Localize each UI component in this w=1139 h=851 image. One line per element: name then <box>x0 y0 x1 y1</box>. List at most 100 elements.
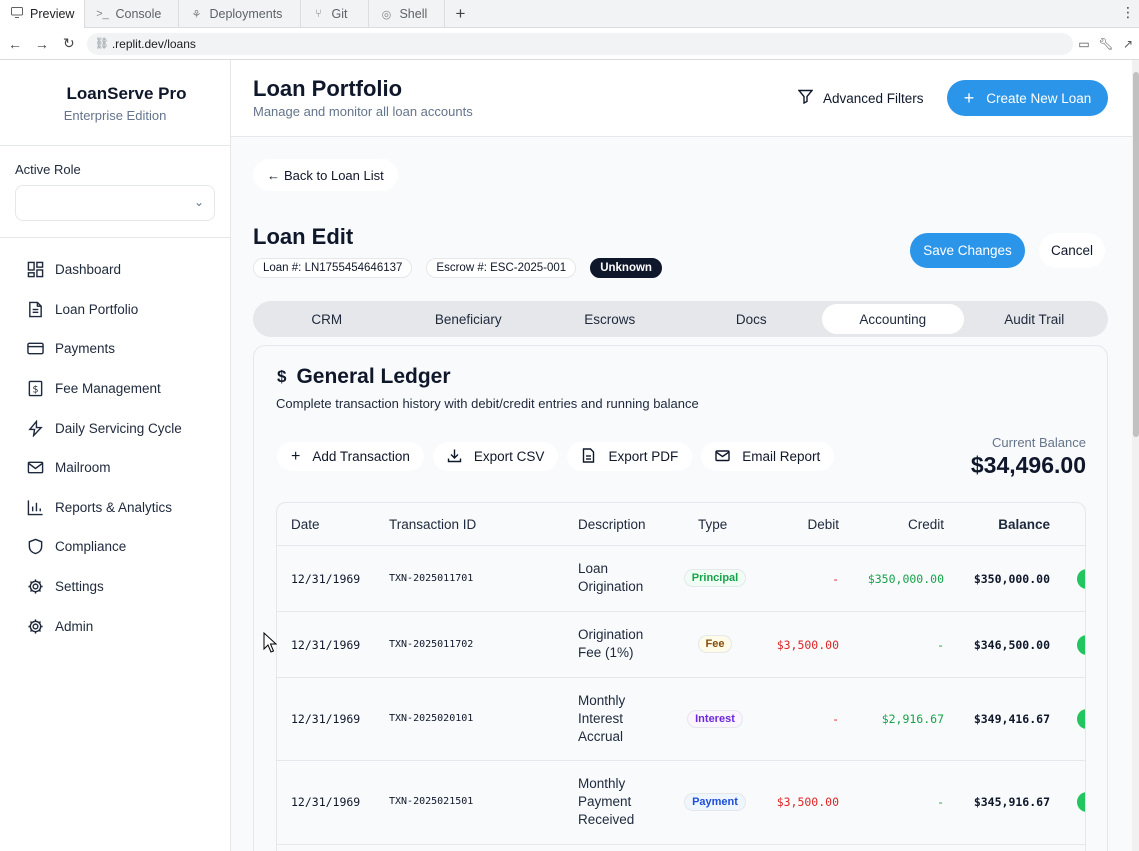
tab-crm[interactable]: CRM <box>256 304 398 334</box>
back-arrow-icon[interactable]: ← <box>3 36 27 52</box>
sidebar-item-daily-servicing-cycle[interactable]: Daily Servicing Cycle <box>0 408 230 448</box>
cell-debit: - <box>832 712 839 726</box>
sidebar-item-label: Compliance <box>55 539 127 555</box>
sidebar-item-dashboard[interactable]: Dashboard <box>0 250 230 290</box>
save-changes-button[interactable]: Save Changes <box>910 233 1025 268</box>
content-area: ← Back to Loan List Loan Edit Loan #: LN… <box>231 137 1139 851</box>
plus-icon: + <box>963 87 975 108</box>
status-dot <box>1077 569 1085 589</box>
cell-transaction-id: TXN-2025020101 <box>389 713 474 724</box>
sidebar-item-settings[interactable]: Settings <box>0 567 230 607</box>
chevron-down-icon: ⌄ <box>193 195 204 209</box>
forward-arrow-icon[interactable]: → <box>30 36 54 52</box>
tab-accounting[interactable]: Accounting <box>822 304 964 334</box>
sidebar-item-admin[interactable]: Admin <box>0 606 230 646</box>
lightning-icon <box>26 419 44 437</box>
column-header-debit: Debit <box>807 517 839 532</box>
sidebar-item-label: Reports & Analytics <box>55 499 173 515</box>
back-label: Back to Loan List <box>284 167 384 183</box>
cell-transaction-id: TXN-2025021501 <box>389 796 474 807</box>
browser-tab-shell[interactable]: ◎ Shell <box>369 0 446 28</box>
sidebar-item-label: Dashboard <box>55 262 122 278</box>
sidebar-item-label: Admin <box>55 618 94 634</box>
table-row[interactable]: 12/31/1969 TXN-2025011701 Loan Originati… <box>277 546 1085 612</box>
sidebar-item-label: Fee Management <box>55 381 161 397</box>
export-pdf-label: Export PDF <box>608 449 679 464</box>
shell-icon: ◎ <box>381 8 392 21</box>
sidebar-item-payments[interactable]: Payments <box>0 329 230 369</box>
status-dot <box>1077 792 1085 812</box>
table-row[interactable]: 12/31/1969 TXN-2025011702 Origination Fe… <box>277 612 1085 678</box>
back-to-loan-list-button[interactable]: ← Back to Loan List <box>253 159 398 191</box>
column-header-balance: Balance <box>998 517 1050 532</box>
cancel-button[interactable]: Cancel <box>1039 233 1105 268</box>
gear-icon <box>26 578 44 596</box>
export-pdf-button[interactable]: Export PDF <box>567 442 693 471</box>
reload-icon[interactable]: ↻ <box>57 35 81 52</box>
bar-chart-icon <box>26 498 44 516</box>
role-select[interactable]: ⌄ <box>15 185 215 221</box>
email-report-button[interactable]: Email Report <box>701 442 835 471</box>
type-badge: Interest <box>687 710 743 728</box>
advanced-filters-label: Advanced Filters <box>823 90 924 106</box>
create-new-loan-button[interactable]: + Create New Loan <box>947 80 1108 116</box>
ledger-table: Date Transaction ID Description Type Deb… <box>276 502 1086 851</box>
wrench-icon[interactable]: 🔧︎ <box>1095 37 1117 51</box>
browser-tab-deployments[interactable]: ⚘ Deployments <box>179 0 302 28</box>
cell-credit: $2,916.67 <box>881 712 944 726</box>
monitor-icon <box>10 7 24 21</box>
cell-debit: $3,500.00 <box>776 795 839 809</box>
new-tab-button[interactable]: + <box>445 0 475 28</box>
advanced-filters-button[interactable]: Advanced Filters <box>786 81 936 115</box>
git-icon: ⑂ <box>315 8 322 20</box>
mail-icon <box>26 459 44 477</box>
type-badge: Principal <box>683 569 747 587</box>
browser-tab-preview[interactable]: Preview <box>0 0 86 28</box>
sidebar-item-reports[interactable]: Reports & Analytics <box>0 488 230 528</box>
deploy-icon: ⚘ <box>191 8 202 21</box>
browser-tab-console[interactable]: >_ Console <box>85 0 180 28</box>
cell-type: Fee <box>681 634 749 653</box>
cell-description: Loan Origination <box>578 561 644 594</box>
cell-type: Principal <box>681 568 749 587</box>
open-external-icon[interactable]: ↗ <box>1117 37 1139 51</box>
table-row[interactable]: 12/31/1969 TXN-2025021501 Monthly Paymen… <box>277 761 1085 845</box>
sidebar-item-fee-management[interactable]: $ Fee Management <box>0 369 230 409</box>
mail-icon <box>715 448 730 466</box>
current-balance-value: $34,496.00 <box>970 452 1086 478</box>
scrollbar-thumb[interactable] <box>1133 72 1139 437</box>
cell-date: 12/31/1969 <box>291 638 361 652</box>
cell-date: 12/31/1969 <box>291 712 361 726</box>
more-vert-icon[interactable]: ⋮ <box>1121 4 1135 21</box>
tab-docs[interactable]: Docs <box>681 304 823 334</box>
sidebar-item-mailroom[interactable]: Mailroom <box>0 448 230 488</box>
add-transaction-button[interactable]: + Add Transaction <box>277 442 424 471</box>
brand: LoanServe Pro Enterprise Edition <box>0 60 230 146</box>
page-scrollbar[interactable] <box>1132 60 1139 851</box>
shield-icon <box>26 538 44 556</box>
general-ledger-title-text: General Ledger <box>296 365 451 388</box>
cell-transaction-id: TXN-2025011702 <box>389 639 474 650</box>
cell-description: Origination Fee (1%) <box>578 627 644 660</box>
credit-card-icon <box>26 340 44 358</box>
column-header-type: Type <box>698 517 728 532</box>
filter-icon <box>797 89 814 107</box>
sidebar-item-loan-portfolio[interactable]: Loan Portfolio <box>0 290 230 330</box>
devices-icon[interactable]: ▭ <box>1073 37 1095 51</box>
browser-tab-label: Console <box>115 7 162 21</box>
current-balance-label: Current Balance <box>992 435 1086 450</box>
create-new-loan-label: Create New Loan <box>986 90 1092 106</box>
cell-credit: - <box>937 795 944 809</box>
tab-escrows[interactable]: Escrows <box>539 304 681 334</box>
table-row[interactable]: 12/31/1969 TXN-2025020101 Monthly Intere… <box>277 678 1085 761</box>
sidebar-item-compliance[interactable]: Compliance <box>0 527 230 567</box>
loan-tabs: CRM Beneficiary Escrows Docs Accounting … <box>253 301 1108 337</box>
tab-beneficiary[interactable]: Beneficiary <box>398 304 540 334</box>
url-field[interactable]: ⛓ .replit.dev/loans <box>86 32 1074 55</box>
url-text: .replit.dev/loans <box>111 36 196 51</box>
sidebar-item-label: Daily Servicing Cycle <box>55 420 182 436</box>
export-csv-button[interactable]: Export CSV <box>432 442 559 471</box>
tab-audit-trail[interactable]: Audit Trail <box>964 304 1106 334</box>
sidebar: LoanServe Pro Enterprise Edition Active … <box>0 60 231 851</box>
browser-tab-git[interactable]: ⑂ Git <box>301 0 370 28</box>
